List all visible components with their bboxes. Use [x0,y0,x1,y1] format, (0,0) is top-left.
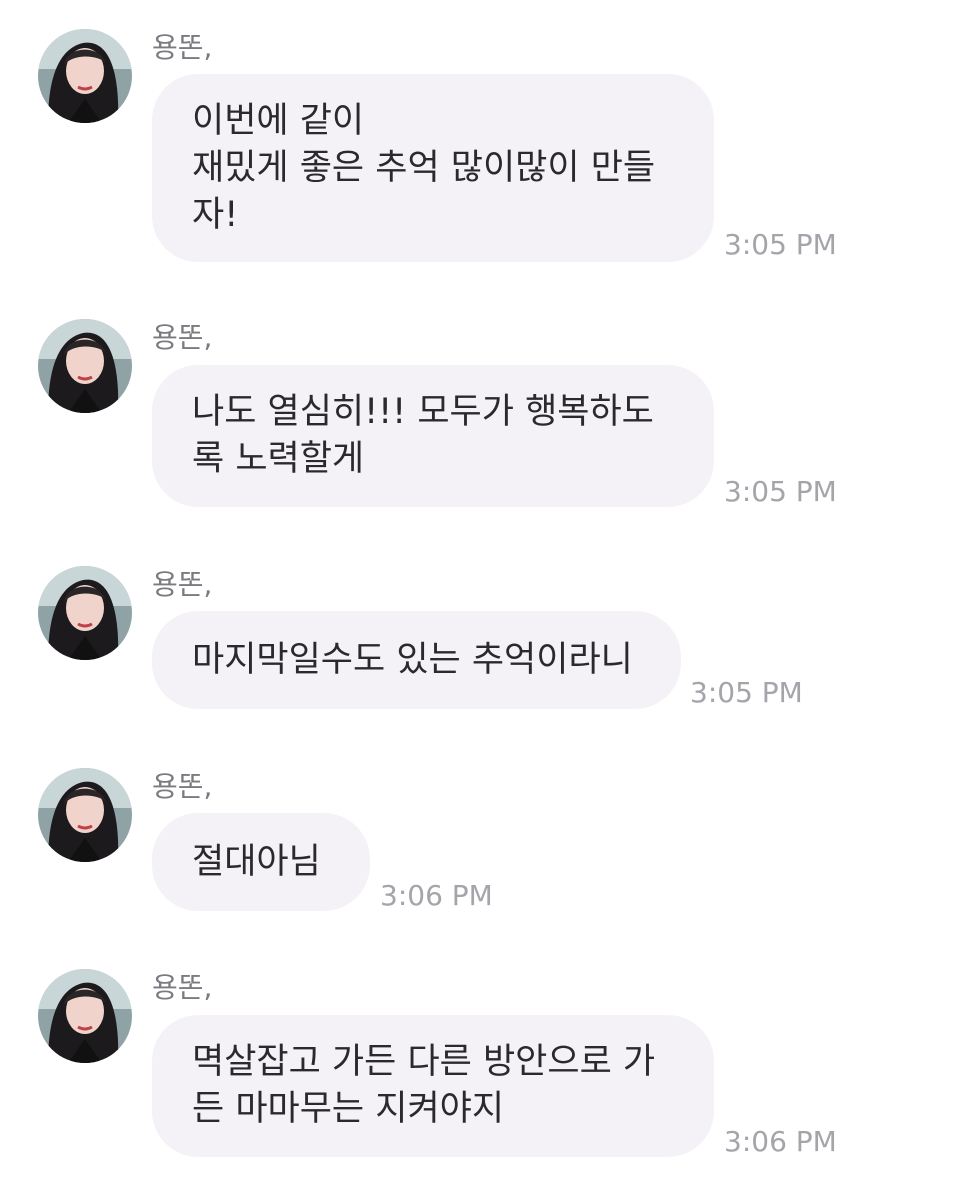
timestamp: 3:06 PM [724,1125,837,1158]
message-line: 든 마마무는 지켜야지 [192,1089,505,1129]
avatar[interactable] [38,566,132,660]
avatar[interactable] [38,969,132,1063]
avatar[interactable] [38,319,132,413]
message-bubble[interactable]: 멱살잡고 가든 다른 방안으로 가 든 마마무는 지켜야지 [152,1015,714,1157]
message-line: 자! [192,194,239,235]
avatar[interactable] [38,29,132,123]
message-bubble[interactable]: 나도 열심히!!! 모두가 행복하도 록 노력할게 [152,365,714,507]
message-line: 나도 열심히!!! 모두가 행복하도 [192,392,654,432]
message-bubble[interactable]: 절대아님 [152,813,370,911]
timestamp: 3:05 PM [690,676,803,709]
avatar[interactable] [38,768,132,862]
message-line: 마지막일수도 있는 추억이라니 [192,639,633,680]
message-line: 재밌게 좋은 추억 많이많이 만들 [192,147,656,188]
message-line: 절대아님 [192,841,321,882]
message-bubble[interactable]: 마지막일수도 있는 추억이라니 [152,611,681,709]
sender-name: 용똔, [152,568,213,601]
message-bubble[interactable]: 이번에 같이 재밌게 좋은 추억 많이많이 만들 자! [152,74,714,262]
sender-name: 용똔, [152,321,213,354]
sender-name: 용똔, [152,770,213,803]
message-line: 멱살잡고 가든 다른 방안으로 가 [192,1042,656,1082]
message-line: 록 노력할게 [192,439,365,479]
timestamp: 3:06 PM [380,879,493,912]
timestamp: 3:05 PM [724,228,837,261]
message-line: 이번에 같이 [192,100,365,141]
sender-name: 용똔, [152,971,213,1004]
timestamp: 3:05 PM [724,475,837,508]
sender-name: 용똔, [152,31,213,64]
